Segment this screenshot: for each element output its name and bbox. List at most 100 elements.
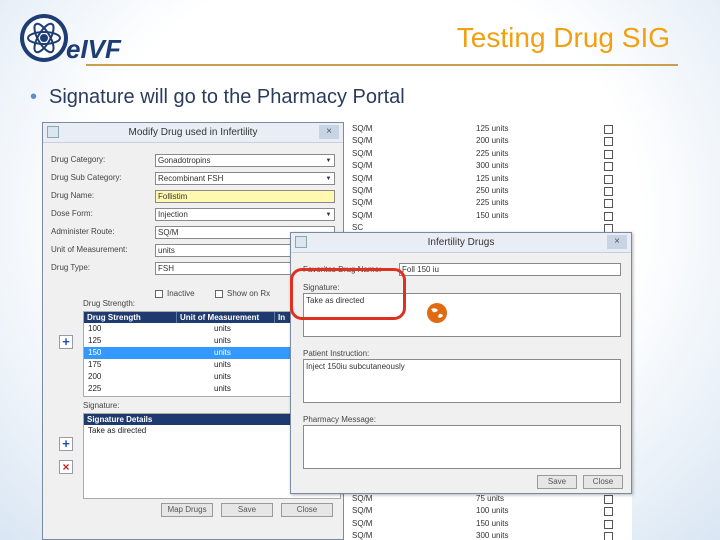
row-checkbox[interactable]	[604, 174, 613, 184]
strength-cell: 175	[88, 360, 102, 369]
save-button[interactable]: Save	[221, 503, 273, 517]
dialog-titlebar[interactable]: Infertility Drugs ×	[291, 233, 631, 253]
row-checkbox[interactable]	[604, 495, 613, 504]
row-checkbox[interactable]	[604, 137, 613, 147]
list-row[interactable]: SQ/M 150 units	[344, 211, 632, 223]
row-checkbox[interactable]	[604, 162, 613, 172]
strength-cell: 225	[88, 384, 102, 393]
save-button[interactable]: Save	[537, 475, 577, 489]
selected-value: units	[158, 246, 175, 255]
list-row[interactable]: SQ/M 75 units	[344, 494, 632, 506]
chevron-down-icon: ▼	[325, 212, 332, 218]
strength-cell: 200	[88, 372, 102, 381]
drug-name-field[interactable]: Follistim	[155, 190, 335, 203]
row-checkbox[interactable]	[604, 149, 613, 159]
favorites-drug-name-field[interactable]: Foll 150 iu	[399, 263, 621, 276]
list-row[interactable]: SQ/M 225 units	[344, 198, 632, 210]
unit-cell: units	[214, 348, 231, 357]
strength-cell: 100	[88, 324, 102, 333]
svg-text:eIVF: eIVF	[66, 34, 122, 64]
row-checkbox[interactable]	[604, 187, 613, 196]
list-row[interactable]: SQ/M 100 units	[344, 506, 632, 518]
bullet-point: • Signature will go to the Pharmacy Porta…	[30, 86, 405, 109]
row-checkbox[interactable]	[604, 211, 613, 221]
selected-value: FSH	[158, 264, 174, 273]
route-cell: SQ/M	[352, 186, 373, 195]
dialog-title: Infertility Drugs	[427, 237, 495, 248]
close-button[interactable]: Close	[583, 475, 623, 489]
route-cell: SQ/M	[352, 198, 373, 208]
list-row[interactable]: SQ/M 225 units	[344, 149, 632, 161]
list-row[interactable]: SQ/M 300 units	[344, 531, 632, 540]
row-checkbox[interactable]	[604, 507, 613, 517]
list-row[interactable]: SQ/M 300 units	[344, 161, 632, 173]
add-signature-icon[interactable]: +	[59, 437, 73, 451]
route-cell: SQ/M	[352, 506, 373, 516]
row-checkbox[interactable]	[604, 125, 613, 134]
route-cell: SQ/M	[352, 518, 373, 528]
route-cell: SQ/M	[352, 494, 373, 503]
patient-instruction-textarea[interactable]: Inject 150iu subcutaneously	[303, 359, 621, 403]
eivf-logo: eIVF	[20, 14, 122, 64]
close-button[interactable]: Close	[281, 503, 333, 517]
selected-value: SQ/M	[158, 228, 179, 237]
selected-value: Gonadotropins	[158, 156, 211, 165]
amount-cell: 75 units	[476, 494, 505, 503]
dose-form-select[interactable]: Injection ▼	[155, 208, 335, 221]
unit-cell: units	[214, 372, 231, 381]
inactive-label: Inactive	[167, 289, 195, 298]
bullet-icon: •	[30, 86, 38, 108]
signature-label: Signature:	[83, 401, 120, 410]
chevron-down-icon: ▼	[325, 176, 332, 182]
route-cell: SQ/M	[352, 210, 373, 220]
list-row[interactable]: SQ/M 125 units	[344, 124, 632, 136]
route-cell: SQ/M	[352, 531, 373, 540]
show-on-rx-checkbox[interactable]: Show on Rx	[215, 289, 270, 298]
remove-signature-icon[interactable]: ×	[59, 460, 73, 474]
amount-cell: 150 units	[476, 210, 509, 220]
drug-category-label: Drug Category:	[51, 155, 106, 164]
pharmacy-message-textarea[interactable]	[303, 425, 621, 469]
row-checkbox[interactable]	[604, 519, 613, 529]
inactive-checkbox[interactable]: Inactive	[155, 289, 195, 298]
close-icon[interactable]: ×	[319, 125, 339, 139]
amount-cell: 300 units	[476, 161, 509, 171]
chevron-down-icon: ▼	[325, 158, 332, 164]
drug-sub-category-label: Drug Sub Category:	[51, 173, 122, 182]
list-row[interactable]: SQ/M 125 units	[344, 174, 632, 186]
selected-value: Injection	[158, 210, 188, 219]
list-row[interactable]: SQ/M 250 units	[344, 186, 632, 198]
route-cell: SQ/M	[352, 124, 373, 133]
unit-cell: units	[214, 336, 231, 345]
route-cell: SC	[352, 223, 364, 233]
route-cell: SQ/M	[352, 161, 373, 171]
route-cell: SQ/M	[352, 136, 373, 146]
checkbox-box[interactable]	[215, 289, 223, 298]
patient-instruction-label: Patient Instruction:	[303, 349, 370, 358]
list-row[interactable]: SQ/M 200 units	[344, 136, 632, 148]
row-checkbox[interactable]	[604, 199, 613, 209]
route-cell: SQ/M	[352, 173, 373, 183]
title-divider	[86, 64, 678, 66]
drug-type-label: Drug Type:	[51, 263, 90, 272]
amount-cell: 250 units	[476, 186, 509, 195]
map-drugs-button[interactable]: Map Drugs	[161, 503, 213, 517]
drug-strength-label: Drug Strength:	[83, 299, 136, 308]
signature-highlight-annotation	[290, 268, 406, 320]
strength-cell: 125	[88, 336, 102, 345]
unit-cell: units	[214, 384, 231, 393]
drug-sub-category-select[interactable]: Recombinant FSH ▼	[155, 172, 335, 185]
pharmacy-message-label: Pharmacy Message:	[303, 415, 376, 424]
dialog-titlebar[interactable]: Modify Drug used in Infertility ×	[43, 123, 343, 143]
unit-of-measurement-label: Unit of Measurement:	[51, 245, 128, 254]
close-icon[interactable]: ×	[607, 235, 627, 249]
drug-category-select[interactable]: Gonadotropins ▼	[155, 154, 335, 167]
checkbox-box[interactable]	[155, 289, 163, 298]
globe-icon[interactable]	[426, 302, 448, 324]
row-checkbox[interactable]	[604, 532, 613, 540]
amount-cell: 225 units	[476, 148, 509, 158]
column-header[interactable]: Unit of Measurement	[176, 312, 274, 323]
add-strength-icon[interactable]: +	[59, 335, 73, 349]
list-row[interactable]: SQ/M 150 units	[344, 519, 632, 531]
column-header[interactable]: Drug Strength	[84, 312, 176, 323]
